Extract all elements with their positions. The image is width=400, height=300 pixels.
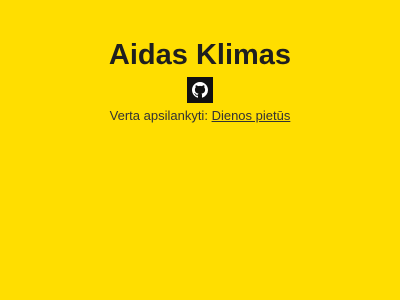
page: Aidas Klimas Verta apsilankyti: Dienos p… — [0, 0, 400, 300]
recommendation-prefix: Verta apsilankyti: — [109, 108, 208, 123]
github-link-button[interactable] — [187, 77, 213, 103]
github-icon — [192, 82, 208, 98]
recommendation-line: Verta apsilankyti: Dienos pietūs — [0, 107, 400, 125]
page-title: Aidas Klimas — [108, 39, 292, 71]
dienos-pietus-link[interactable]: Dienos pietūs — [212, 108, 291, 123]
